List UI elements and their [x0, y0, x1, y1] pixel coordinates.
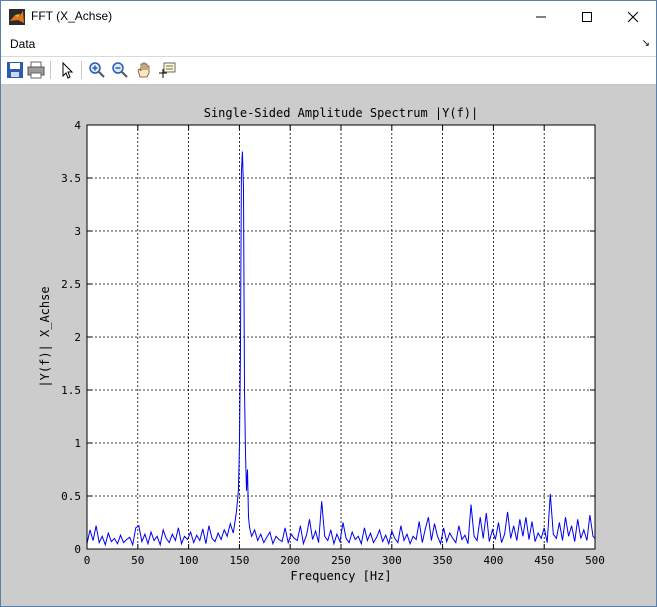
minimize-button[interactable] [518, 1, 564, 32]
y-tick-label: 3 [74, 225, 81, 238]
y-tick-label: 2 [74, 331, 81, 344]
window-title: FFT (X_Achse) [31, 9, 113, 23]
toolbar-separator [81, 61, 82, 79]
x-tick-label: 300 [382, 554, 402, 567]
print-icon[interactable] [27, 61, 45, 79]
figure-window: FFT (X_Achse) Data ↘ 0 50 100 150 200 25… [0, 0, 657, 607]
maximize-icon [582, 11, 592, 22]
x-tick-label: 350 [433, 554, 453, 567]
close-button[interactable] [610, 1, 656, 32]
spectrum-chart[interactable]: 0 50 100 150 200 250 300 350 400 450 500 0 0.5 1 1.5 2 2… [1, 85, 656, 606]
y-tick-label: 1 [74, 437, 81, 450]
y-axis-label: |Y(f)| X_Achse [38, 286, 52, 387]
pan-icon[interactable] [135, 61, 153, 79]
x-tick-label: 0 [84, 554, 91, 567]
dock-arrow-icon[interactable]: ↘ [642, 38, 650, 49]
zoom-in-icon[interactable] [88, 61, 106, 79]
toolbar [1, 57, 656, 85]
x-tick-label: 250 [331, 554, 351, 567]
zoom-out-icon[interactable] [111, 61, 129, 79]
maximize-button[interactable] [564, 1, 610, 32]
matlab-icon [9, 9, 25, 25]
chart-title: Single-Sided Amplitude Spectrum |Y(f)| [204, 106, 479, 120]
data-cursor-icon[interactable] [158, 61, 176, 79]
x-tick-label: 400 [483, 554, 503, 567]
x-tick-label: 500 [585, 554, 605, 567]
save-icon[interactable] [6, 61, 24, 79]
x-tick-label: 450 [534, 554, 554, 567]
x-tick-label: 200 [280, 554, 300, 567]
y-tick-label: 1.5 [61, 384, 81, 397]
figure-area: 0 50 100 150 200 250 300 350 400 450 500 0 0.5 1 1.5 2 2… [1, 85, 656, 606]
close-icon [627, 11, 639, 22]
x-tick-label: 100 [179, 554, 199, 567]
y-tick-label: 0.5 [61, 490, 81, 503]
x-tick-label: 50 [131, 554, 144, 567]
y-tick-label: 2.5 [61, 278, 81, 291]
y-tick-label: 4 [74, 119, 81, 132]
x-tick-label: 150 [229, 554, 249, 567]
menu-bar: Data ↘ [1, 32, 656, 57]
minimize-icon [536, 16, 546, 17]
y-tick-label: 3.5 [61, 172, 81, 185]
menu-item-data[interactable]: Data [10, 37, 35, 51]
title-bar: FFT (X_Achse) [1, 1, 656, 32]
pointer-icon[interactable] [58, 61, 76, 79]
toolbar-separator [50, 61, 51, 79]
y-tick-label: 0 [74, 543, 81, 556]
x-axis-label: Frequency [Hz] [290, 569, 391, 583]
